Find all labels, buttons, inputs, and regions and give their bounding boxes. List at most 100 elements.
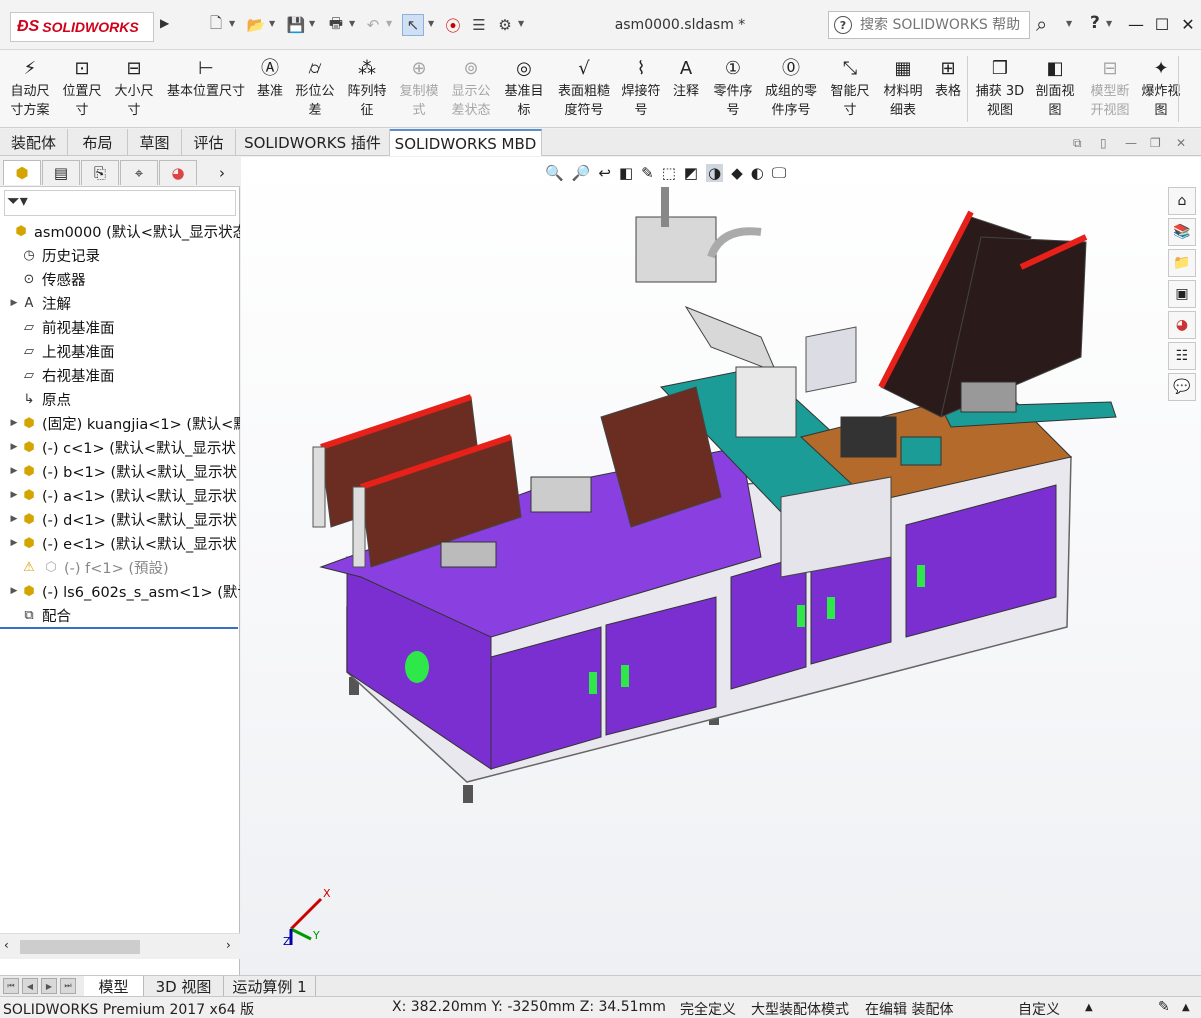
select-cursor-icon[interactable]: ↖	[402, 14, 424, 36]
tree-expand-arrow-icon[interactable]: ▶	[8, 586, 20, 596]
tree-expand-arrow-icon[interactable]: ▶	[8, 298, 20, 308]
tree-item[interactable]: ▶ ⬢ (-) c<1> (默认<默认_显示状	[0, 435, 240, 459]
options-gear-icon[interactable]: ⚙	[494, 14, 516, 36]
expand-menu-arrow-icon[interactable]: ▶	[160, 16, 169, 30]
tree-item[interactable]: ▶ A 注解	[0, 291, 240, 315]
viewport-collapse-icon[interactable]: ⧉	[1073, 136, 1082, 151]
search-magnifier-icon[interactable]: ⌕	[1036, 12, 1047, 36]
ribbon-button-bom[interactable]: ▦ 材料明 细表	[877, 54, 929, 124]
ribbon-button-size-dimension[interactable]: ⊟ 大小尺寸	[108, 54, 160, 124]
ribbon-button-pattern-feature[interactable]: ⁂ 阵列特征	[343, 54, 391, 124]
ribbon-button-note[interactable]: A 注释	[667, 54, 705, 124]
ribbon-button-weld-symbol[interactable]: ⌇ 焊接符号	[618, 54, 664, 124]
scroll-left-icon[interactable]: ‹	[4, 938, 9, 952]
bottom-tab-0[interactable]: 模型	[84, 976, 144, 997]
tree-expand-arrow-icon[interactable]: ▶	[8, 466, 20, 476]
close-icon[interactable]: ✕	[1176, 12, 1200, 36]
tree-filter-icon[interactable]: ⏷▾	[4, 190, 236, 216]
save-icon[interactable]: 💾	[285, 14, 307, 36]
tree-item[interactable]: ▶ ⬢ (-) ls6_602s_s_asm<1> (默认	[0, 579, 240, 603]
help-dropdown-icon[interactable]: ▼	[1106, 19, 1112, 28]
ribbon-button-basic-location-dimension[interactable]: ⊢ 基本位置尺寸	[162, 54, 250, 124]
ribbon-button-section-view[interactable]: ◧ 剖面视图	[1028, 54, 1082, 124]
tab-4[interactable]: SOLIDWORKS 插件	[236, 129, 390, 156]
ribbon-button-table[interactable]: ⊞ 表格	[930, 54, 966, 124]
tree-item[interactable]: ↳ 原点	[0, 387, 240, 411]
ribbon-button-location-dimension[interactable]: ⊡ 位置尺寸	[56, 54, 108, 124]
tree-item[interactable]: ▶ ⬢ (-) a<1> (默认<默认_显示状	[0, 483, 240, 507]
tree-item[interactable]: ⧉ 配合	[0, 603, 240, 627]
ribbon-button-datum-target[interactable]: ◎ 基准目标	[498, 54, 550, 124]
ribbon-button-surface-finish[interactable]: √ 表面粗糙 度符号	[553, 54, 615, 124]
dimxpert-manager-tab-icon[interactable]: ⌖	[120, 160, 158, 185]
ribbon-button-tolerance-status[interactable]: ⊚ 显示公 差状态	[446, 54, 496, 124]
property-manager-tab-icon[interactable]: ▤	[42, 160, 80, 185]
bottom-tab-1[interactable]: 3D 视图	[144, 976, 224, 997]
tooltip-toggle-icon[interactable]: ✎	[1158, 999, 1170, 1015]
feature-manager-tab-icon[interactable]: ⬢	[3, 160, 41, 185]
tree-item[interactable]: ⬢ asm0000 (默认<默认_显示状态	[0, 219, 240, 243]
tree-item[interactable]: ▱ 前视基准面	[0, 315, 240, 339]
tree-item[interactable]: ⚠ ⬡ (-) f<1> (預設)	[0, 555, 240, 579]
last-tab-icon[interactable]: ⏭	[60, 978, 76, 994]
help-search-input[interactable]	[860, 17, 1020, 33]
ribbon-button-model-break-view[interactable]: ⊟ 模型断 开视图	[1084, 54, 1136, 124]
file-properties-icon[interactable]: ☰	[468, 14, 490, 36]
solidworks-logo[interactable]: ƉS SOLIDWORKS	[10, 12, 154, 42]
scroll-thumb[interactable]	[20, 940, 140, 954]
viewport-tile-icon[interactable]: ▯	[1100, 136, 1107, 150]
tree-expand-arrow-icon[interactable]: ▶	[8, 442, 20, 452]
ribbon-button-auto-dimension[interactable]: ⚡ 自动尺 寸方案	[4, 54, 56, 124]
undo-dropdown-icon[interactable]: ▼	[386, 19, 392, 28]
tooltip-dropdown-icon[interactable]: ▲	[1182, 1002, 1190, 1013]
print-dropdown-icon[interactable]: ▼	[349, 19, 355, 28]
open-dropdown-icon[interactable]: ▼	[269, 19, 275, 28]
units-dropdown-icon[interactable]: ▲	[1085, 1002, 1093, 1013]
graphics-area[interactable]: 🔍 🔎 ↩ ◧ ✎ ⬚ ◩ ◑ ◆ ◐ 🖵 ⌂ 📚 📁 ▣ ◕ ☷ 💬 X Y …	[241, 157, 1201, 975]
undo-icon[interactable]: ↶	[362, 14, 384, 36]
scroll-right-icon[interactable]: ›	[226, 938, 231, 952]
tab-2[interactable]: 草图	[128, 129, 182, 156]
tree-item[interactable]: ▱ 右视基准面	[0, 363, 240, 387]
print-icon[interactable]: 🖶	[325, 14, 347, 36]
search-dropdown-icon[interactable]: ▼	[1066, 19, 1072, 28]
configuration-manager-tab-icon[interactable]: ⎘	[81, 160, 119, 185]
tree-expand-arrow-icon[interactable]: ▶	[8, 490, 20, 500]
status-units-custom[interactable]: 自定义	[1018, 999, 1060, 1018]
next-tab-icon[interactable]: ▶	[41, 978, 57, 994]
new-dropdown-icon[interactable]: ▼	[229, 19, 235, 28]
assembly-model-render[interactable]	[241, 157, 1201, 975]
tree-item[interactable]: ▶ ⬢ (-) b<1> (默认<默认_显示状	[0, 459, 240, 483]
viewport-minimize-icon[interactable]: —	[1125, 136, 1137, 150]
ribbon-button-datum[interactable]: Ⓐ 基准	[253, 54, 287, 124]
tree-item[interactable]: ▶ ⬢ (-) e<1> (默认<默认_显示状	[0, 531, 240, 555]
options-dropdown-icon[interactable]: ▼	[518, 19, 524, 28]
tree-item[interactable]: ▶ ⬢ (-) d<1> (默认<默认_显示状	[0, 507, 240, 531]
viewport-close-icon[interactable]: ✕	[1176, 136, 1186, 150]
help-search-box[interactable]: ?	[828, 11, 1030, 39]
ribbon-button-geometric-tolerance[interactable]: ⌭ 形位公差	[291, 54, 339, 124]
prev-tab-icon[interactable]: ◀	[22, 978, 38, 994]
first-tab-icon[interactable]: ⏮	[3, 978, 19, 994]
ribbon-button-copy-scheme[interactable]: ⊕ 复制模式	[394, 54, 444, 124]
ribbon-button-capture-3d-view[interactable]: ❒ 捕获 3D 视图	[972, 54, 1028, 124]
viewport-restore-icon[interactable]: ❐	[1150, 136, 1161, 150]
tree-expand-arrow-icon[interactable]: ▶	[8, 418, 20, 428]
rebuild-traffic-light-icon[interactable]: ⦿	[442, 14, 464, 36]
ribbon-button-smart-dimension[interactable]: ⤡ 智能尺寸	[826, 54, 874, 124]
panel-tabs-more-icon[interactable]: ›	[210, 160, 234, 185]
bottom-tab-2[interactable]: 运动算例 1	[224, 976, 316, 997]
open-folder-icon[interactable]: 📂	[245, 14, 267, 36]
ribbon-button-stacked-balloon[interactable]: ⓪ 成组的零 件序号	[759, 54, 823, 124]
tab-5[interactable]: SOLIDWORKS MBD	[390, 129, 542, 156]
ribbon-button-exploded-view[interactable]: ✦ 爆炸视图	[1135, 54, 1187, 124]
new-document-icon[interactable]: 🗋	[205, 14, 227, 36]
help-button[interactable]: ?	[1090, 13, 1100, 33]
ribbon-button-balloon[interactable]: ① 零件序号	[706, 54, 760, 124]
tab-3[interactable]: 评估	[182, 129, 236, 156]
display-manager-tab-icon[interactable]: ◕	[159, 160, 197, 185]
tab-0[interactable]: 装配体	[0, 129, 68, 156]
tree-item[interactable]: ◷ 历史记录	[0, 243, 240, 267]
tree-item[interactable]: ▱ 上视基准面	[0, 339, 240, 363]
maximize-icon[interactable]: ☐	[1150, 12, 1174, 36]
